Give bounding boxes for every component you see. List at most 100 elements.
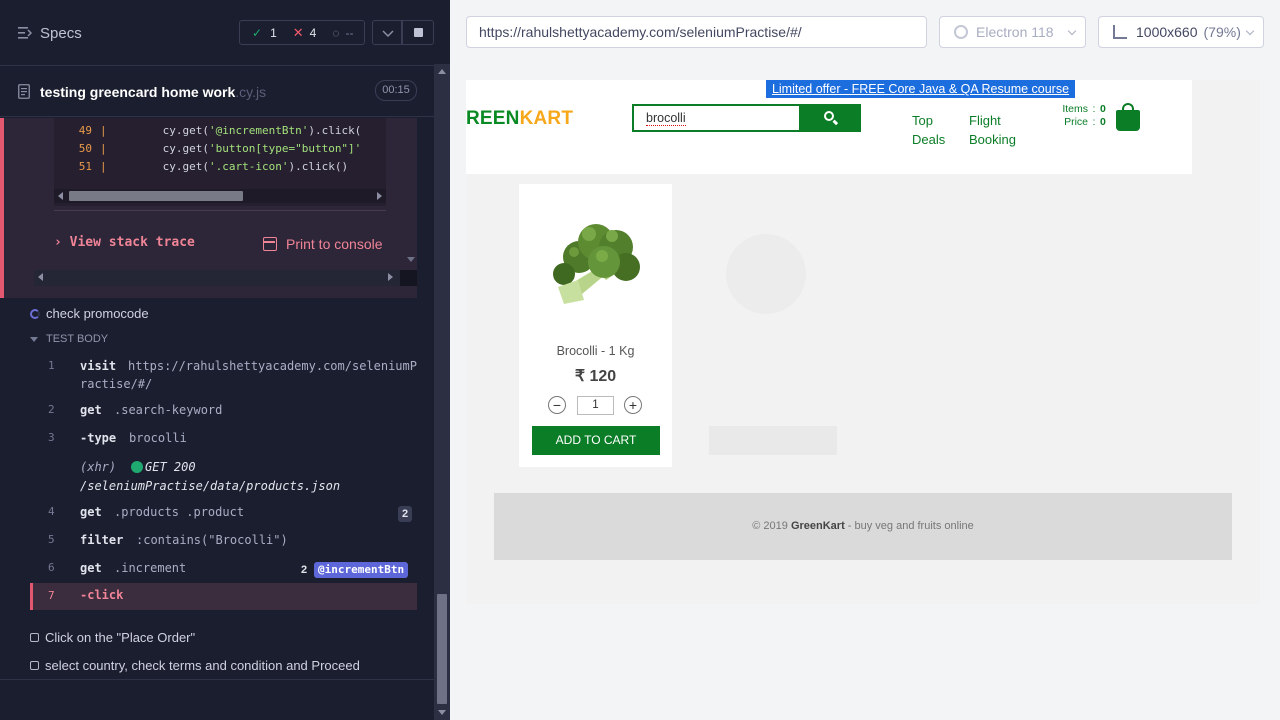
aut-iframe: Limited offer - FREE Core Java & QA Resu… <box>466 80 1260 604</box>
search-button[interactable] <box>800 104 861 132</box>
document-icon <box>18 84 30 99</box>
nav-link-top-deals[interactable]: Top Deals <box>912 111 945 149</box>
code-text: cy.get( <box>162 142 209 155</box>
command-log-row-failed[interactable]: 7 -click <box>30 583 417 610</box>
scroll-right-arrow-icon[interactable] <box>388 273 393 281</box>
command-number: 6 <box>48 561 55 574</box>
xhr-log-row[interactable]: (xhr) GET 200 /seleniumPractise/data/pro… <box>30 457 417 497</box>
reporter-scrollbar[interactable] <box>434 64 450 720</box>
spec-file-name[interactable]: testing greencard home work.cy.js <box>40 84 266 100</box>
browser-selector[interactable]: Electron 118 <box>939 16 1086 48</box>
chevron-down-icon <box>1245 26 1255 36</box>
passed-check-icon: ✓ <box>252 25 263 40</box>
zoom-level: (79%) <box>1203 24 1241 40</box>
command-message: brocolli <box>129 431 187 445</box>
scroll-right-arrow-icon[interactable] <box>377 192 382 200</box>
error-scrollbar[interactable] <box>404 118 417 270</box>
code-line: 50 | cy.get('button[type="button"]' <box>54 142 362 160</box>
offer-banner-link[interactable]: Limited offer - FREE Core Java & QA Resu… <box>766 80 1075 98</box>
test-title: check promocode <box>46 306 149 321</box>
url-bar[interactable]: https://rahulshettyacademy.com/seleniumP… <box>466 16 927 48</box>
test-item-country[interactable]: select country, check terms and conditio… <box>30 658 360 673</box>
scrollbar-thumb[interactable] <box>69 191 243 201</box>
xhr-path: /seleniumPractise/data/products.json <box>80 479 341 493</box>
command-name: get <box>80 561 102 575</box>
line-number: 49 <box>78 124 92 137</box>
xhr-label: (xhr) <box>80 460 117 474</box>
command-message: .products .product <box>114 505 245 519</box>
scroll-left-arrow-icon[interactable] <box>58 192 63 200</box>
test-item-place-order[interactable]: Click on the "Place Order" <box>30 630 195 645</box>
failed-count: 4 <box>309 25 317 40</box>
command-log-row[interactable]: 1 visit https://rahulshettyacademy.com/s… <box>30 357 417 397</box>
command-log-row[interactable]: 6 get .increment 2 @incrementBtn <box>30 559 417 579</box>
view-stack-trace-button[interactable]: › View stack trace <box>54 235 195 250</box>
footer-copyright: © 2019 <box>752 520 791 532</box>
spec-duration: 00:15 <box>375 80 417 101</box>
ghost-image <box>726 234 806 314</box>
specs-button[interactable]: Specs <box>40 25 82 42</box>
code-frame-scrollbar[interactable] <box>54 189 386 203</box>
print-to-console-button[interactable]: Print to console <box>263 236 383 252</box>
test-body-toggle[interactable]: TEST BODY <box>30 333 108 345</box>
code-text: cy.get( <box>162 124 209 137</box>
nav-booking-text: Booking <box>969 132 1016 147</box>
error-horizontal-scrollbar[interactable] <box>34 270 417 286</box>
scroll-left-arrow-icon[interactable] <box>38 273 43 281</box>
test-title: Click on the "Place Order" <box>45 630 196 645</box>
scroll-down-arrow-icon[interactable] <box>438 710 446 715</box>
cart-info: Items:0 Price:0 <box>1046 103 1106 129</box>
add-to-cart-button[interactable]: ADD TO CART <box>532 426 660 455</box>
command-log-row[interactable]: 2 get .search-keyword <box>30 401 417 421</box>
spec-name-text: testing greencard home work <box>40 84 236 100</box>
browser-name: Electron 118 <box>976 24 1054 40</box>
items-count: 0 <box>1100 103 1106 115</box>
scrollbar-corner <box>400 270 417 286</box>
command-name: -click <box>80 588 124 602</box>
command-name: get <box>80 505 102 519</box>
snapshot-ghost-product <box>709 184 839 467</box>
scroll-up-arrow-icon[interactable] <box>438 69 446 74</box>
viewport-selector[interactable]: 1000x660 (79%) <box>1098 16 1264 48</box>
specs-list-icon[interactable] <box>18 26 32 40</box>
footer-brand: GreenKart <box>790 520 845 532</box>
code-string: '@incrementBtn' <box>208 124 309 137</box>
stop-button[interactable] <box>402 20 434 45</box>
app-under-test-panel: https://rahulshettyacademy.com/seleniumP… <box>450 0 1280 720</box>
command-log-row[interactable]: 5 filter :contains("Brocolli") <box>30 531 417 551</box>
code-text: cy.get( <box>162 160 209 173</box>
nav-link-flight-booking[interactable]: Flight Booking <box>969 111 1016 149</box>
command-log-row[interactable]: 3 -type brocolli <box>30 429 417 449</box>
divider <box>54 210 386 211</box>
cart-bag-icon[interactable] <box>1116 103 1140 131</box>
nav-flight-text: Flight <box>969 113 1001 128</box>
code-text: ).click( <box>308 124 362 137</box>
test-item-promocode[interactable]: check promocode <box>30 306 149 321</box>
price-label: Price <box>1064 116 1088 128</box>
command-message-cont: ractise/#/ <box>80 377 153 391</box>
command-message: .increment <box>114 561 187 575</box>
search-input[interactable]: brocolli <box>632 104 800 132</box>
pending-count: -- <box>345 25 354 40</box>
console-icon <box>263 237 277 251</box>
element-count-badge: 2 <box>398 506 413 522</box>
running-spinner-icon <box>30 308 40 319</box>
logo-green-text: REEN <box>466 108 520 129</box>
decrement-button[interactable]: − <box>548 396 566 414</box>
test-title: select country, check terms and conditio… <box>45 658 360 673</box>
nav-top-text: Top <box>912 113 933 128</box>
stop-icon <box>414 28 423 37</box>
quantity-input[interactable]: 1 <box>577 396 614 415</box>
increment-button[interactable]: + <box>624 396 642 414</box>
auto-scroll-toggle-button[interactable] <box>372 20 402 45</box>
scrollbar-thumb[interactable] <box>437 594 447 704</box>
command-number: 7 <box>48 589 55 602</box>
scroll-down-arrow-icon[interactable] <box>404 118 417 270</box>
electron-icon <box>954 25 968 39</box>
alias-badge[interactable]: @incrementBtn <box>314 562 409 578</box>
command-message: .search-keyword <box>114 403 223 417</box>
command-log-row[interactable]: 4 get .products .product 2 <box>30 503 417 523</box>
code-string: 'button[type="button"]' <box>208 142 362 155</box>
greenkart-logo[interactable]: REENKART <box>466 108 573 130</box>
command-number: 3 <box>48 431 55 444</box>
